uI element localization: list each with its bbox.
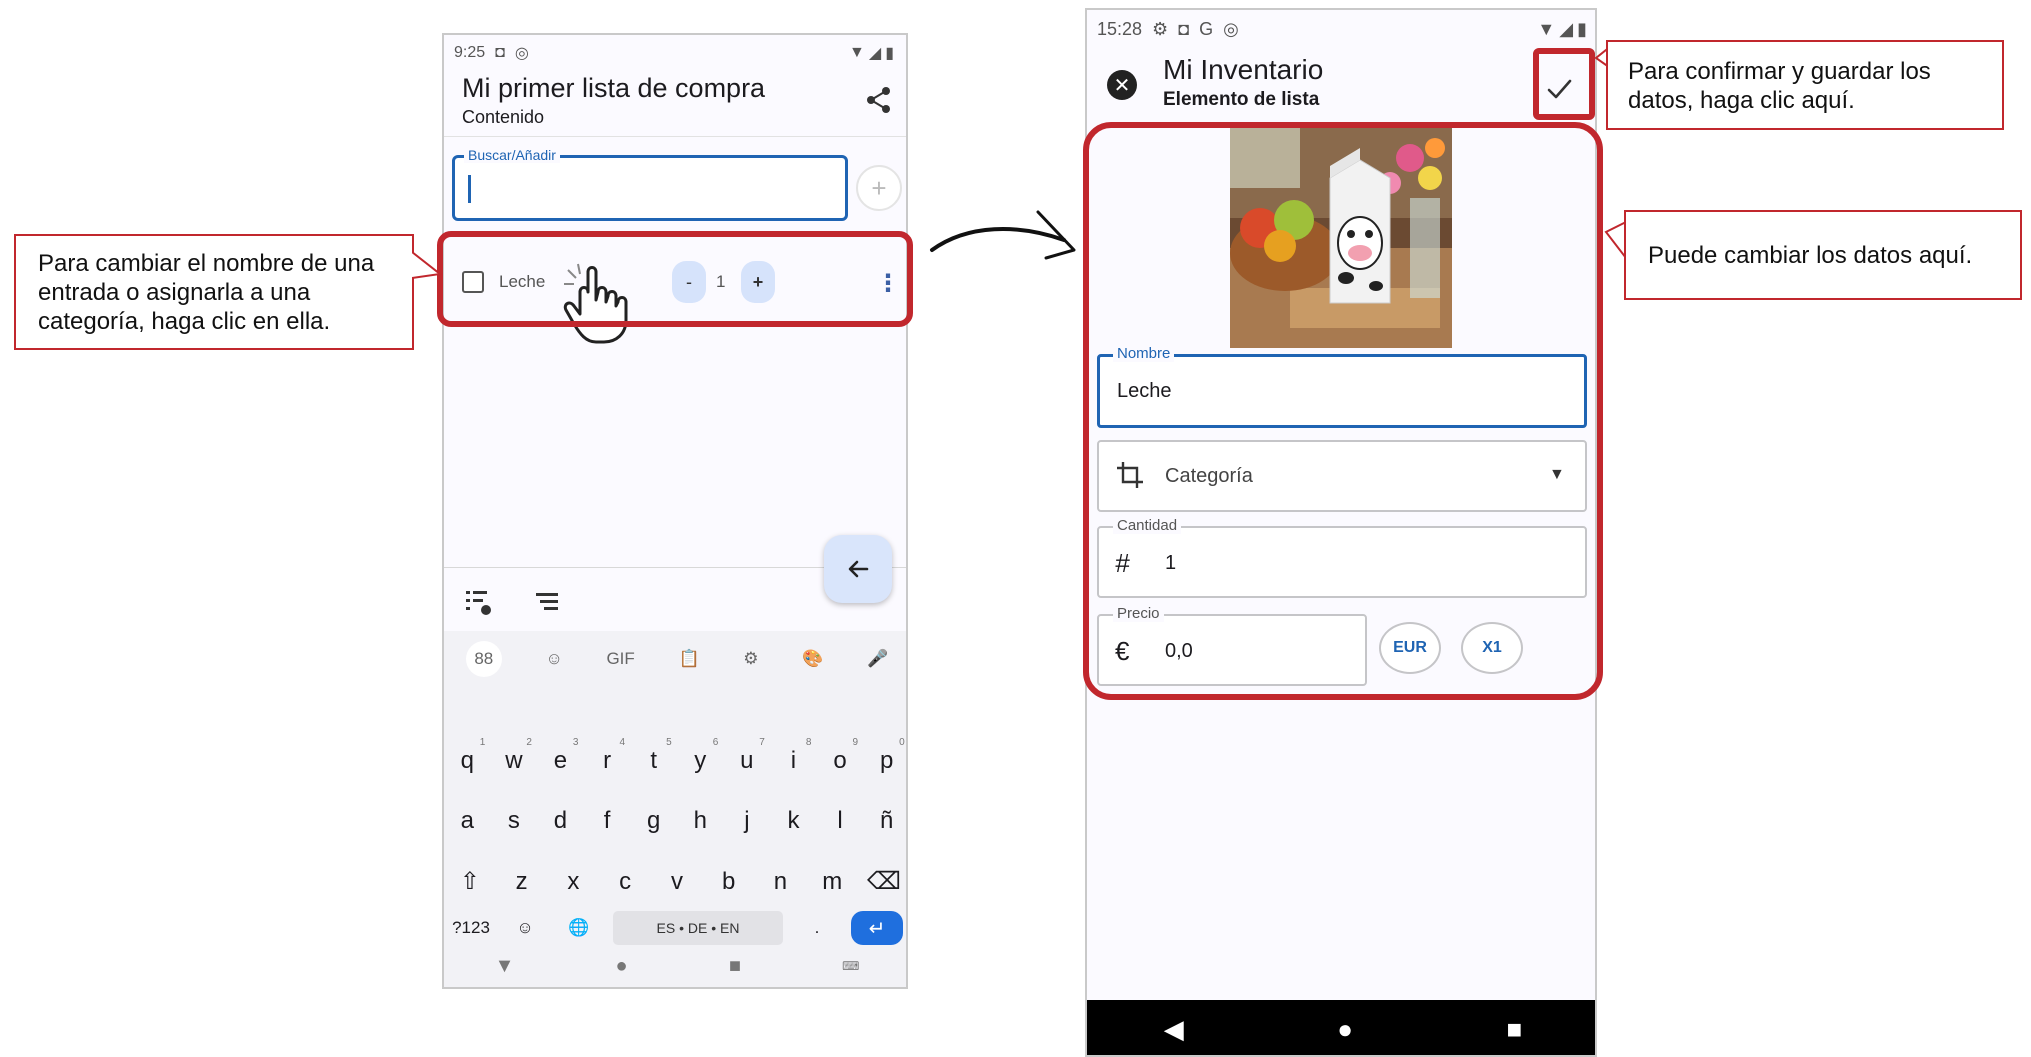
keyboard-row-1: q1 w2 e3 r4 t5 y6 u7 i8 o9 p0 [444, 737, 906, 775]
key[interactable]: g [634, 807, 674, 835]
status-settings-icon: ⚙ [1152, 18, 1169, 39]
keyboard-row-2: a s d f g h j k l ñ [444, 807, 906, 835]
editor-title: Mi Inventario [1163, 54, 1324, 85]
status-sync-icon: ◎ [514, 45, 529, 62]
backspace-icon[interactable]: ⌫ [864, 867, 904, 896]
key[interactable]: v [657, 868, 697, 896]
nav-bar: ▼ ● ■ ⌨ [444, 949, 906, 983]
key[interactable]: t5 [634, 737, 674, 775]
status-time: 9:25 [454, 44, 486, 61]
callout-edit: Puede cambiar los datos aquí. [1624, 210, 2022, 300]
battery-icon: ▮ [1577, 18, 1587, 39]
key[interactable]: u7 [727, 737, 767, 775]
keyboard-row-3: ⇧ z x c v b n m ⌫ [444, 867, 906, 896]
wifi-icon: ▼ [1537, 18, 1556, 39]
period-key[interactable]: . [797, 918, 837, 938]
battery-icon: ▮ [885, 45, 894, 62]
add-icon[interactable]: + [856, 165, 902, 211]
search-input[interactable] [452, 155, 848, 221]
highlight-list-item [437, 231, 913, 327]
key[interactable]: w2 [494, 737, 534, 775]
nav-home-icon[interactable]: ● [1337, 1014, 1353, 1045]
list-title: Mi primer lista de compra [462, 73, 766, 103]
key[interactable]: c [605, 868, 645, 896]
key[interactable]: f [587, 807, 627, 835]
theme-key[interactable]: 🎨 [802, 649, 823, 669]
phone-shopping-list: 9:25 ◘ ◎ ▼ ◢ ▮ Mi primer lista de compra… [442, 33, 908, 989]
flow-arrow-icon [930, 210, 1076, 260]
status-time: 15:28 [1097, 18, 1143, 39]
highlight-edit-area [1083, 122, 1603, 700]
status-google-icon: G [1199, 18, 1214, 39]
symbols-key[interactable]: ?123 [451, 918, 491, 938]
key[interactable]: r4 [587, 737, 627, 775]
key[interactable]: x [553, 868, 593, 896]
clipboard-key[interactable]: 📋 [678, 649, 699, 669]
key[interactable]: h [680, 807, 720, 835]
key[interactable]: s [494, 807, 534, 835]
keyboard-hide-icon[interactable]: ⌨ [842, 959, 859, 973]
wifi-icon: ▼ [849, 44, 865, 61]
key[interactable]: q1 [447, 737, 487, 775]
key[interactable]: e3 [540, 737, 580, 775]
apps-key[interactable]: 88 [465, 641, 502, 677]
callout-rename: Para cambiar el nombre de una entrada o … [14, 234, 414, 350]
text-caret [468, 175, 471, 203]
share-icon[interactable] [864, 85, 894, 115]
key[interactable]: a [447, 807, 487, 835]
nav-back-icon[interactable]: ◀ [1164, 1014, 1184, 1045]
keyboard-toolbar: 88 ☺ GIF 📋 ⚙ 🎨 🎤 [444, 635, 906, 683]
keyboard-row-4: ?123 ☺ 🌐 ES • DE • EN . ↵ [444, 911, 906, 945]
sort-icon[interactable] [532, 587, 562, 617]
key[interactable]: y6 [680, 737, 720, 775]
nav-bar: ◀ ● ■ [1087, 1000, 1595, 1055]
mic-key[interactable]: 🎤 [867, 649, 888, 669]
nav-back-icon[interactable]: ▼ [495, 955, 515, 978]
key[interactable]: d [540, 807, 580, 835]
signal-icon: ◢ [868, 45, 882, 62]
nav-home-icon[interactable]: ● [616, 955, 628, 978]
status-notification-icon: ◘ [1178, 18, 1190, 39]
key[interactable]: z [502, 868, 542, 896]
callout-confirm: Para confirmar y guardar los datos, haga… [1606, 40, 2004, 130]
nav-recents-icon[interactable]: ■ [1507, 1014, 1523, 1045]
key[interactable]: o9 [820, 737, 860, 775]
emoji-key[interactable]: ☺ [505, 918, 545, 938]
status-notification-icon: ◘ [495, 44, 505, 61]
key[interactable]: b [709, 868, 749, 896]
gif-key[interactable]: GIF [606, 649, 634, 669]
space-key[interactable]: ES • DE • EN [613, 911, 783, 945]
key[interactable]: l [820, 807, 860, 835]
shift-icon[interactable]: ⇧ [450, 867, 490, 896]
key[interactable]: m [812, 868, 852, 896]
status-bar: 15:28 ⚙ ◘ G ◎ ▼ ◢ ▮ [1097, 14, 1587, 44]
key[interactable]: k [773, 807, 813, 835]
nav-recents-icon[interactable]: ■ [729, 955, 741, 978]
list-options-icon[interactable] [464, 587, 494, 617]
settings-key[interactable]: ⚙ [743, 649, 758, 669]
highlight-confirm [1533, 48, 1595, 120]
key[interactable]: ñ [867, 807, 906, 835]
sticker-key[interactable]: ☺ [545, 649, 562, 669]
enter-icon[interactable]: ↵ [851, 911, 903, 945]
divider [444, 136, 906, 137]
status-bar: 9:25 ◘ ◎ ▼ ◢ ▮ [454, 39, 894, 67]
status-sync-icon: ◎ [1223, 18, 1239, 39]
on-screen-keyboard: 88 ☺ GIF 📋 ⚙ 🎨 🎤 q1 w2 e3 r4 t5 y6 u7 i8… [444, 631, 906, 987]
search-input-label: Buscar/Añadir [464, 147, 560, 163]
key[interactable]: n [760, 868, 800, 896]
list-subtitle: Contenido [462, 107, 545, 127]
callout-pointer [412, 251, 443, 279]
key[interactable]: j [727, 807, 767, 835]
signal-icon: ◢ [1559, 18, 1574, 39]
key[interactable]: p0 [867, 737, 906, 775]
globe-icon[interactable]: 🌐 [559, 918, 599, 938]
editor-subtitle: Elemento de lista [1163, 89, 1320, 110]
close-icon[interactable]: ✕ [1107, 70, 1137, 100]
back-arrow-icon[interactable] [824, 535, 892, 603]
key[interactable]: i8 [773, 737, 813, 775]
